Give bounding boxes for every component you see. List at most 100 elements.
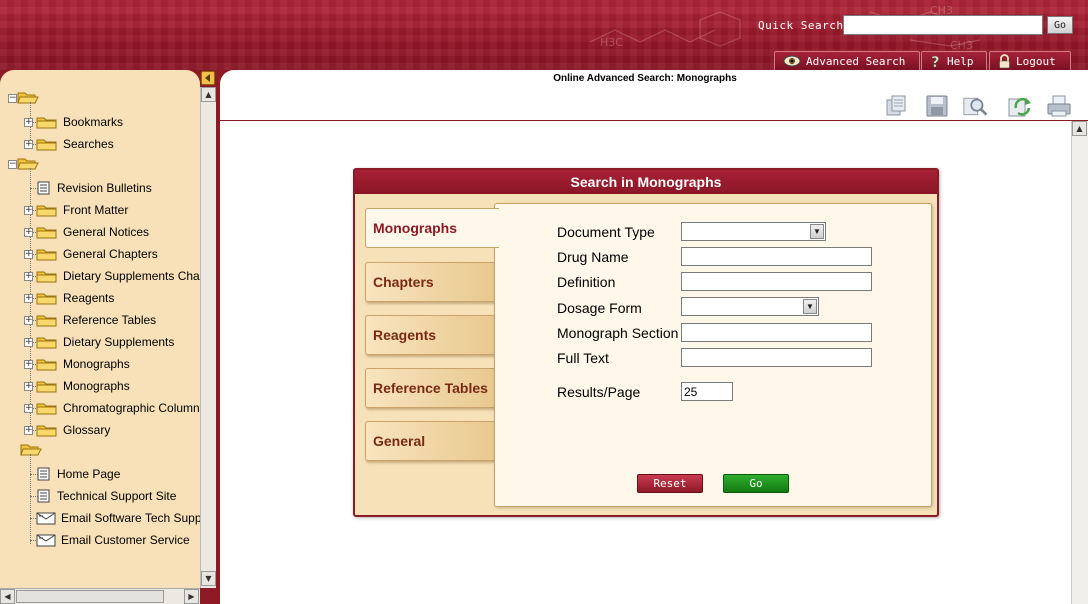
expand-icon[interactable]: + xyxy=(24,359,33,369)
tree-item[interactable]: + General Chapters xyxy=(24,244,158,264)
folder-icon xyxy=(36,115,58,129)
chevron-down-icon[interactable]: ▼ xyxy=(803,299,817,314)
tree-item[interactable]: + Dietary Supplements xyxy=(24,332,174,352)
tree-item[interactable]: Email Customer Service xyxy=(36,530,190,550)
collapse-sidebar-button[interactable] xyxy=(201,71,215,85)
sidebar-horizontal-scroll-thumb[interactable] xyxy=(16,590,164,603)
folder-icon xyxy=(36,357,58,371)
expand-icon[interactable]: + xyxy=(24,139,33,149)
search-panel-title: Search in Monographs xyxy=(355,170,937,194)
tree-item-label: Reagents xyxy=(63,291,115,305)
folder-icon xyxy=(36,247,58,261)
tree-connector-line xyxy=(30,454,31,544)
tab-monographs[interactable]: Monographs xyxy=(365,208,499,248)
tree-root-folder-content[interactable]: − xyxy=(8,154,39,174)
tree-item[interactable]: Home Page xyxy=(36,464,120,484)
tab-monographs-label: Monographs xyxy=(373,220,457,236)
scroll-left-icon[interactable]: ◀ xyxy=(0,589,15,604)
collapse-icon[interactable]: − xyxy=(8,93,17,103)
svg-text:H3C: H3C xyxy=(600,36,623,49)
expand-icon[interactable]: + xyxy=(24,271,33,281)
tree-item[interactable]: + General Notices xyxy=(24,222,149,242)
scroll-down-icon[interactable]: ▼ xyxy=(201,571,216,586)
expand-icon[interactable]: + xyxy=(24,381,33,391)
sidebar-vertical-scrollbar[interactable]: ▲ ▼ xyxy=(200,87,216,588)
tab-reference-tables[interactable]: Reference Tables xyxy=(365,368,497,408)
tree-item[interactable]: + Dietary Supplements Chapters xyxy=(24,266,200,286)
tree-item[interactable]: + Reagents xyxy=(24,288,114,308)
email-icon xyxy=(36,511,56,525)
quick-search-input[interactable] xyxy=(843,15,1043,35)
sidebar-horizontal-scrollbar[interactable]: ◀ ▶ xyxy=(0,588,200,604)
tree-item[interactable]: Email Software Tech Support xyxy=(36,508,200,528)
results-per-page-label: Results/Page xyxy=(557,384,641,400)
expand-icon[interactable]: + xyxy=(24,337,33,347)
go-button[interactable]: Go xyxy=(723,474,789,493)
tree-item[interactable]: + Reference Tables xyxy=(24,310,156,330)
folder-icon xyxy=(36,203,58,217)
navigation-sidebar: − + Bookmarks + Searches − Revision Bulletins +… xyxy=(0,70,200,588)
tree-item[interactable]: + Front Matter xyxy=(24,200,128,220)
refresh-icon[interactable] xyxy=(1007,94,1033,118)
preview-icon[interactable] xyxy=(963,94,989,118)
tree-item[interactable]: + Chromatographic Columns xyxy=(24,398,200,418)
tree-root-folder-personal[interactable]: − xyxy=(8,88,39,108)
dosage-form-select[interactable]: ▼ xyxy=(681,297,819,316)
tree-item[interactable]: + Monographs xyxy=(24,376,130,396)
logout-button[interactable]: Logout xyxy=(989,51,1071,70)
drug-name-label: Drug Name xyxy=(557,249,629,265)
monograph-section-input[interactable] xyxy=(681,323,872,342)
expand-icon[interactable]: + xyxy=(24,227,33,237)
scroll-up-icon[interactable]: ▲ xyxy=(201,87,216,102)
copy-icon[interactable] xyxy=(884,94,910,118)
app-header: CH3 CH3 H3C Quick Search Go Advanced Sea… xyxy=(0,0,1088,70)
main-scroll-up-icon[interactable]: ▲ xyxy=(1072,121,1087,136)
expand-icon[interactable]: + xyxy=(24,425,33,435)
advanced-search-button[interactable]: Advanced Search xyxy=(774,51,920,70)
chevron-down-icon[interactable]: ▼ xyxy=(810,224,824,239)
expand-icon[interactable]: + xyxy=(24,205,33,215)
lock-icon xyxy=(999,53,1010,68)
definition-input[interactable] xyxy=(681,272,872,291)
expand-icon[interactable]: + xyxy=(24,293,33,303)
tree-item-label: Chromatographic Columns xyxy=(63,401,200,415)
expand-icon[interactable]: + xyxy=(24,315,33,325)
tree-item[interactable]: + Monographs xyxy=(24,354,130,374)
folder-icon xyxy=(36,313,58,327)
collapse-icon[interactable]: − xyxy=(8,159,17,169)
open-folder-icon xyxy=(20,442,42,459)
results-per-page-input[interactable] xyxy=(681,382,733,401)
expand-icon[interactable]: + xyxy=(24,117,33,127)
tree-item[interactable]: + Glossary xyxy=(24,420,110,440)
tree-item-label: Bookmarks xyxy=(63,115,124,129)
print-icon[interactable] xyxy=(1046,94,1072,118)
tab-general[interactable]: General xyxy=(365,421,497,461)
tree-item[interactable]: + Bookmarks xyxy=(24,112,123,132)
tab-general-label: General xyxy=(373,433,426,449)
tree-item-label: Monographs xyxy=(63,379,130,393)
expand-icon[interactable]: + xyxy=(24,403,33,413)
scroll-right-icon[interactable]: ▶ xyxy=(184,589,199,604)
help-button[interactable]: ? Help xyxy=(921,51,987,70)
tree-item-label: General Notices xyxy=(63,225,150,239)
reset-button[interactable]: Reset xyxy=(637,474,703,493)
tree-root-folder-links[interactable] xyxy=(20,440,42,460)
folder-icon xyxy=(36,225,58,239)
save-icon[interactable] xyxy=(924,94,950,118)
tree-item[interactable]: Technical Support Site xyxy=(36,486,176,506)
tab-reagents-label: Reagents xyxy=(373,327,437,343)
drug-name-input[interactable] xyxy=(681,247,872,266)
folder-icon xyxy=(36,379,58,393)
full-text-input[interactable] xyxy=(681,348,872,367)
expand-icon[interactable]: + xyxy=(24,249,33,259)
tree-item[interactable]: + Searches xyxy=(24,134,114,154)
main-vertical-scrollbar[interactable]: ▲ xyxy=(1071,121,1088,604)
quick-search-go-button[interactable]: Go xyxy=(1047,16,1073,34)
folder-icon xyxy=(36,335,58,349)
document-type-select[interactable]: ▼ xyxy=(681,222,826,241)
search-panel: Search in Monographs Monographs Chapters… xyxy=(353,168,939,517)
tree-item[interactable]: Revision Bulletins xyxy=(36,178,152,198)
tab-reagents[interactable]: Reagents xyxy=(365,315,497,355)
tab-chapters[interactable]: Chapters xyxy=(365,262,497,302)
quick-search-label: Quick Search xyxy=(758,19,844,32)
